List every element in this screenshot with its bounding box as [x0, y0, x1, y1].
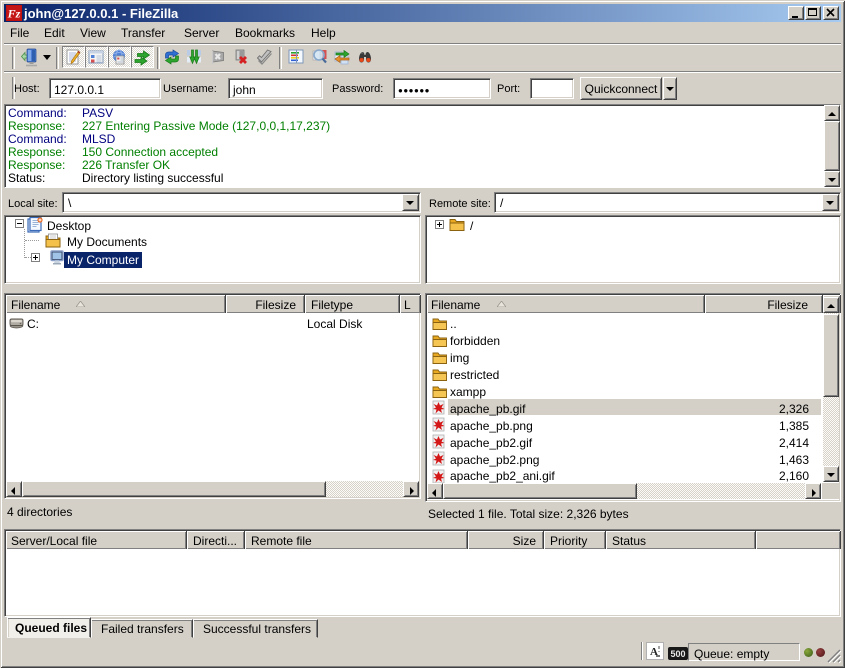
svg-text:Fz: Fz [7, 7, 21, 21]
svg-text:500: 500 [670, 649, 685, 659]
